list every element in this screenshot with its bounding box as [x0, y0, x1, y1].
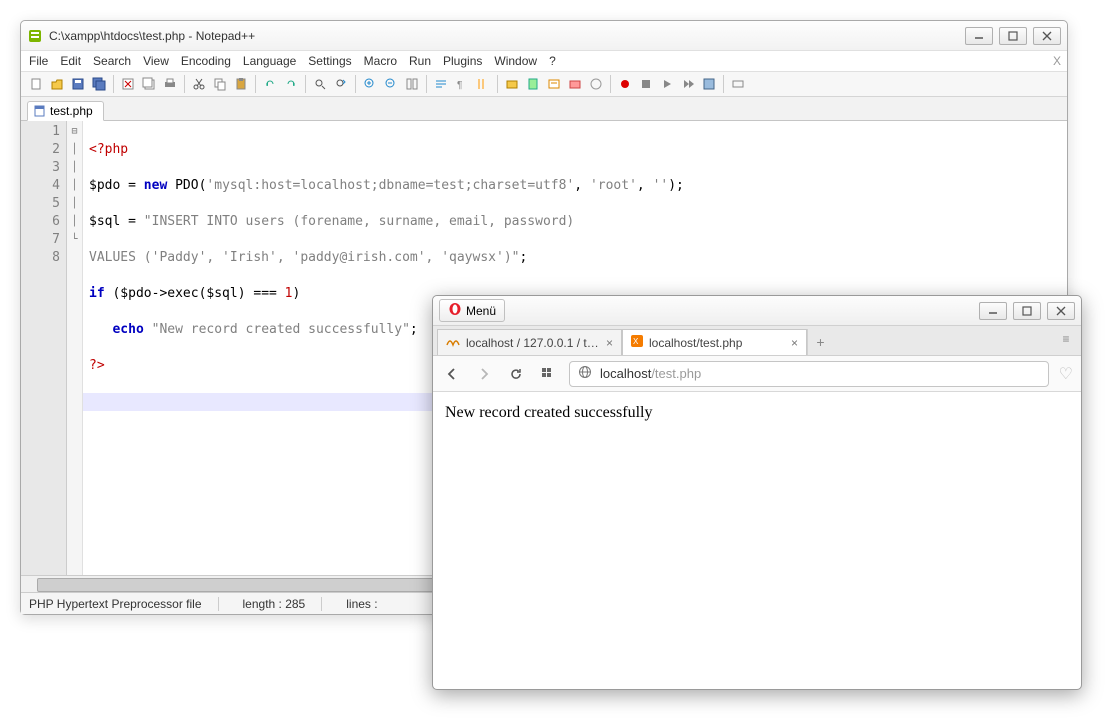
menu-search[interactable]: Search — [93, 54, 131, 68]
menu-run[interactable]: Run — [409, 54, 431, 68]
reload-button[interactable] — [505, 363, 527, 385]
folder-tree-icon[interactable] — [566, 75, 584, 93]
doc-map-icon[interactable] — [524, 75, 542, 93]
paste-icon[interactable] — [232, 75, 250, 93]
replace-icon[interactable] — [332, 75, 350, 93]
window-controls — [965, 27, 1061, 45]
browser-tab-strip: localhost / 127.0.0.1 / test × X localho… — [433, 326, 1081, 356]
minimize-button[interactable] — [965, 27, 993, 45]
address-bar: localhost/test.php ♡ — [433, 356, 1081, 392]
cut-icon[interactable] — [190, 75, 208, 93]
indent-guide-icon[interactable] — [474, 75, 492, 93]
undo-icon[interactable] — [261, 75, 279, 93]
bookmark-heart-icon[interactable]: ♡ — [1059, 364, 1073, 384]
redo-icon[interactable] — [282, 75, 300, 93]
find-icon[interactable] — [311, 75, 329, 93]
svg-text:¶: ¶ — [457, 80, 462, 91]
globe-icon — [578, 365, 592, 382]
browser-titlebar[interactable]: Menü — [433, 296, 1081, 326]
speed-dial-button[interactable] — [537, 363, 559, 385]
file-tab-label: test.php — [50, 104, 93, 118]
file-icon — [34, 105, 46, 117]
toolbar: ¶ — [21, 72, 1067, 97]
tab-close-icon[interactable]: × — [791, 336, 798, 350]
folder-icon[interactable] — [503, 75, 521, 93]
zoom-out-icon[interactable] — [382, 75, 400, 93]
file-tabs: test.php — [21, 97, 1067, 121]
menu-settings[interactable]: Settings — [308, 54, 351, 68]
menu-help[interactable]: ? — [549, 54, 556, 68]
page-content: New record created successfully — [433, 392, 1081, 689]
zoom-in-icon[interactable] — [361, 75, 379, 93]
menu-file[interactable]: File — [29, 54, 48, 68]
menu-plugins[interactable]: Plugins — [443, 54, 482, 68]
opera-menu-label: Menü — [466, 304, 496, 318]
notepad-titlebar[interactable]: C:\xampp\htdocs\test.php - Notepad++ — [21, 21, 1067, 51]
close-button[interactable] — [1033, 27, 1061, 45]
menu-encoding[interactable]: Encoding — [181, 54, 231, 68]
status-filetype: PHP Hypertext Preprocessor file — [29, 597, 219, 611]
svg-text:X: X — [633, 337, 639, 346]
page-text: New record created successfully — [445, 404, 652, 421]
monitoring-icon[interactable] — [587, 75, 605, 93]
menu-view[interactable]: View — [143, 54, 169, 68]
browser-close-button[interactable] — [1047, 302, 1075, 320]
print-icon[interactable] — [161, 75, 179, 93]
maximize-button[interactable] — [999, 27, 1027, 45]
browser-tab[interactable]: localhost / 127.0.0.1 / test × — [437, 329, 622, 355]
line-number-gutter: 1 2 3 4 5 6 7 8 — [21, 121, 67, 575]
copy-icon[interactable] — [211, 75, 229, 93]
record-macro-icon[interactable] — [616, 75, 634, 93]
window-title: C:\xampp\htdocs\test.php - Notepad++ — [49, 29, 965, 43]
stop-macro-icon[interactable] — [637, 75, 655, 93]
opera-menu-button[interactable]: Menü — [439, 299, 505, 322]
menu-bar: File Edit Search View Encoding Language … — [21, 51, 1067, 72]
wordwrap-icon[interactable] — [432, 75, 450, 93]
save-macro-icon[interactable] — [700, 75, 718, 93]
new-file-icon[interactable] — [27, 75, 45, 93]
browser-tab-active[interactable]: X localhost/test.php × — [622, 329, 807, 355]
save-icon[interactable] — [69, 75, 87, 93]
save-all-icon[interactable] — [90, 75, 108, 93]
browser-tab-label: localhost/test.php — [649, 336, 785, 350]
url-text: localhost/test.php — [600, 366, 701, 381]
show-all-chars-icon[interactable]: ¶ — [453, 75, 471, 93]
tab-overflow-icon[interactable]: ≡ — [1057, 332, 1075, 346]
back-button[interactable] — [441, 363, 463, 385]
menu-x-icon[interactable]: X — [1053, 54, 1061, 68]
menu-macro[interactable]: Macro — [364, 54, 397, 68]
play-multiple-icon[interactable] — [679, 75, 697, 93]
phpmyadmin-favicon-icon — [446, 335, 460, 350]
status-length: length : 285 — [243, 597, 323, 611]
show-spaces-icon[interactable] — [729, 75, 747, 93]
browser-window: Menü localhost / 127.0.0.1 / test × X lo… — [432, 295, 1082, 690]
file-tab[interactable]: test.php — [27, 101, 104, 121]
menu-language[interactable]: Language — [243, 54, 296, 68]
close-all-icon[interactable] — [140, 75, 158, 93]
notepad-icon — [27, 28, 43, 44]
status-lines: lines : — [346, 597, 393, 611]
forward-button[interactable] — [473, 363, 495, 385]
play-macro-icon[interactable] — [658, 75, 676, 93]
tab-close-icon[interactable]: × — [606, 336, 613, 350]
browser-window-controls — [979, 302, 1075, 320]
sync-v-icon[interactable] — [403, 75, 421, 93]
new-tab-button[interactable]: + — [807, 329, 833, 355]
browser-tab-label: localhost / 127.0.0.1 / test — [466, 336, 600, 350]
menu-edit[interactable]: Edit — [60, 54, 81, 68]
opera-icon — [448, 302, 462, 319]
function-list-icon[interactable] — [545, 75, 563, 93]
url-input[interactable]: localhost/test.php — [569, 361, 1049, 387]
close-file-icon[interactable] — [119, 75, 137, 93]
browser-maximize-button[interactable] — [1013, 302, 1041, 320]
open-file-icon[interactable] — [48, 75, 66, 93]
browser-minimize-button[interactable] — [979, 302, 1007, 320]
xampp-favicon-icon: X — [631, 335, 643, 350]
fold-column[interactable]: ⊟│││││└ — [67, 121, 83, 575]
menu-window[interactable]: Window — [494, 54, 537, 68]
